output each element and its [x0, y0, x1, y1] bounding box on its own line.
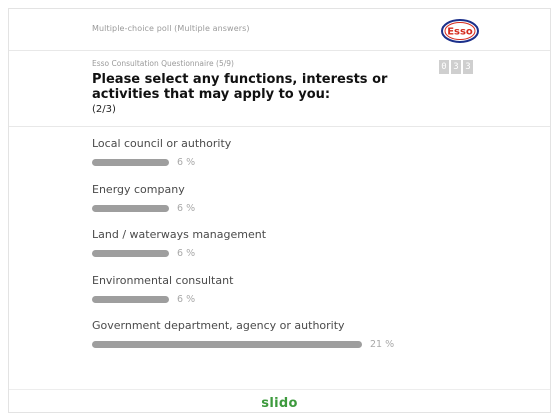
question-title: Please select any functions, interests o…	[92, 72, 388, 102]
counter-digit: 3	[463, 60, 473, 74]
questionnaire-subtitle: Esso Consultation Questionnaire (5/9)	[92, 59, 234, 68]
result-bar	[92, 250, 169, 257]
counter-digit: 3	[451, 60, 461, 74]
option-item: Government department, agency or authori…	[92, 319, 512, 365]
option-label: Environmental consultant	[92, 273, 234, 287]
percent-label: 6 %	[177, 202, 196, 214]
option-label: Energy company	[92, 182, 185, 196]
option-item: Environmental consultant 6 %	[92, 274, 512, 320]
response-counter: 0 3 3	[439, 60, 473, 74]
counter-digit: 0	[439, 60, 449, 74]
esso-logo: Esso	[441, 19, 479, 43]
result-bar	[92, 295, 169, 303]
poll-panel: Multiple-choice poll (Multiple answers) …	[8, 8, 551, 413]
option-item: Land / waterways management 6 %	[92, 228, 512, 274]
page-indicator: (2/3)	[92, 104, 116, 115]
percent-label: 21 %	[370, 339, 395, 350]
footer: slido	[9, 389, 550, 415]
percent-label: 6 %	[177, 157, 196, 168]
option-item: Local council or authority 6 %	[92, 137, 512, 183]
header-divider	[9, 126, 550, 127]
poll-type-label: Multiple-choice poll (Multiple answers)	[92, 24, 250, 33]
result-bar	[92, 341, 362, 348]
option-label: Land / waterways management	[92, 228, 267, 241]
options-list: Local council or authority 6 % Energy co…	[92, 137, 512, 365]
question-header: Esso Consultation Questionnaire (5/9) Pl…	[92, 59, 432, 115]
slido-brand: slido	[261, 396, 298, 411]
percent-label: 6 %	[177, 248, 196, 259]
poll-header-bar: Multiple-choice poll (Multiple answers) …	[9, 9, 550, 51]
option-label: Local council or authority	[92, 137, 232, 150]
percent-label: 6 %	[177, 293, 196, 305]
option-item: Energy company 6 %	[92, 183, 512, 229]
result-bar	[92, 204, 169, 212]
option-label: Government department, agency or authori…	[92, 319, 345, 332]
logo-text: Esso	[447, 27, 473, 38]
result-bar	[92, 159, 169, 166]
